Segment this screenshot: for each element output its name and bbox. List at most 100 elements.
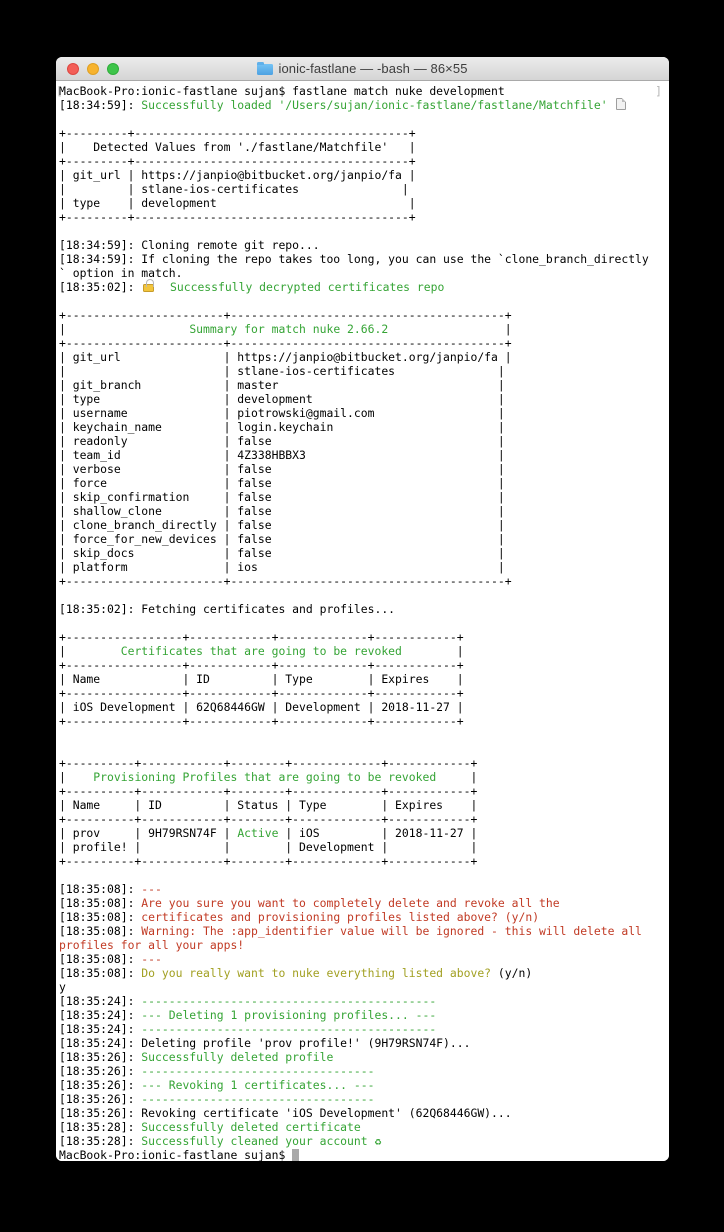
terminal-line: +-----------------------+---------------… bbox=[59, 336, 669, 350]
terminal-text: | iOS | 2018-11-27 | bbox=[278, 826, 478, 840]
terminal-line: [18:35:24]: --- Deleting 1 provisioning … bbox=[59, 1008, 669, 1022]
terminal-text: +-----------------------+---------------… bbox=[59, 336, 512, 350]
minimize-button[interactable] bbox=[87, 63, 99, 75]
terminal-line: [18:35:28]: Successfully deleted certifi… bbox=[59, 1120, 669, 1134]
terminal-text: [18:35:24]: Deleting profile 'prov profi… bbox=[59, 1036, 471, 1050]
page-icon bbox=[616, 98, 627, 110]
terminal-line: | Summary for match nuke 2.66.2 | bbox=[59, 322, 669, 336]
terminal-text: | Name | ID | Status | Type | Expires | bbox=[59, 798, 478, 812]
terminal-line: | force | false | bbox=[59, 476, 669, 490]
terminal-line: [18:35:02]: Fetching certificates and pr… bbox=[59, 602, 669, 616]
terminal-text: Successfully deleted profile bbox=[141, 1050, 334, 1064]
terminal-text: +----------+------------+--------+------… bbox=[59, 854, 478, 868]
terminal-line: +---------+-----------------------------… bbox=[59, 126, 669, 140]
terminal-window: ionic-fastlane — -bash — 86×55 MacBook-P… bbox=[56, 57, 669, 1161]
terminal-line: [18:35:08]: --- bbox=[59, 952, 669, 966]
terminal-text: | team_id | 4Z338HBBX3 | bbox=[59, 448, 505, 462]
terminal-text: | bbox=[59, 770, 94, 784]
terminal-line: +----------+------------+--------+------… bbox=[59, 854, 669, 868]
terminal-text: ---------------------------------- bbox=[141, 1092, 375, 1106]
terminal-text: | | stlane-ios-certificates | bbox=[59, 364, 505, 378]
terminal-text: --- bbox=[141, 882, 162, 896]
close-button[interactable] bbox=[67, 63, 79, 75]
terminal-line: [18:35:26]: --- Revoking 1 certificates.… bbox=[59, 1078, 669, 1092]
terminal-text: +----------+------------+--------+------… bbox=[59, 756, 478, 770]
terminal-text: Successfully deleted certificate bbox=[141, 1120, 361, 1134]
terminal-line: [18:35:08]: --- bbox=[59, 882, 669, 896]
title-bar[interactable]: ionic-fastlane — -bash — 86×55 bbox=[56, 57, 669, 81]
terminal-text: | profile! | | | Development | | bbox=[59, 840, 478, 854]
terminal-text: y bbox=[59, 980, 66, 994]
terminal-text: certificates and provisioning profiles l… bbox=[141, 910, 540, 924]
terminal-line: | skip_docs | false | bbox=[59, 546, 669, 560]
terminal-line: | type | development | bbox=[59, 196, 669, 210]
terminal-text: [18:35:24]: bbox=[59, 1022, 142, 1036]
terminal-line: MacBook-Pro:ionic-fastlane sujan$ bbox=[59, 1148, 669, 1161]
terminal-text: [18:35:08]: bbox=[59, 896, 142, 910]
terminal-text: +-----------------+------------+--------… bbox=[59, 686, 464, 700]
terminal-line: | keychain_name | login.keychain | bbox=[59, 420, 669, 434]
zoom-button[interactable] bbox=[107, 63, 119, 75]
terminal-line: +-----------------+------------+--------… bbox=[59, 686, 669, 700]
terminal-text: | git_branch | master | bbox=[59, 378, 505, 392]
terminal-line: | Certificates that are going to be revo… bbox=[59, 644, 669, 658]
terminal-text: [18:35:28]: bbox=[59, 1120, 142, 1134]
terminal-line: ` option in match. bbox=[59, 266, 669, 280]
terminal-line: | readonly | false | bbox=[59, 434, 669, 448]
terminal-text: [18:35:08]: bbox=[59, 924, 142, 938]
terminal-text: | username | piotrowski@gmail.com | bbox=[59, 406, 505, 420]
terminal-text: Warning: The :app_identifier value will … bbox=[141, 924, 642, 938]
terminal-line: profiles for all your apps! bbox=[59, 938, 669, 952]
terminal-text: | force | false | bbox=[59, 476, 505, 490]
terminal-line: [18:35:28]: Successfully cleaned your ac… bbox=[59, 1134, 669, 1148]
terminal-text: +---------+-----------------------------… bbox=[59, 126, 416, 140]
terminal-line: [18:34:59]: If cloning the repo takes to… bbox=[59, 252, 669, 266]
window-title: ionic-fastlane — -bash — 86×55 bbox=[278, 61, 468, 76]
terminal-line: | verbose | false | bbox=[59, 462, 669, 476]
terminal-line: [18:35:24]: Deleting profile 'prov profi… bbox=[59, 1036, 669, 1050]
terminal-text: [18:35:26]: bbox=[59, 1078, 142, 1092]
terminal-text: Active bbox=[237, 826, 279, 840]
terminal-text: Summary for match nuke 2.66.2 bbox=[189, 322, 389, 336]
terminal-line: +----------+------------+--------+------… bbox=[59, 756, 669, 770]
lock-icon bbox=[143, 279, 155, 292]
terminal-line: [18:35:26]: ----------------------------… bbox=[59, 1092, 669, 1106]
terminal-line: | clone_branch_directly | false | bbox=[59, 518, 669, 532]
terminal-line: [18:35:08]: Are you sure you want to com… bbox=[59, 896, 669, 910]
terminal-line: +-----------------+------------+--------… bbox=[59, 658, 669, 672]
terminal-text: Successfully loaded '/Users/sujan/ionic-… bbox=[141, 98, 608, 112]
terminal-text: | shallow_clone | false | bbox=[59, 504, 505, 518]
terminal-line: | git_url | https://janpio@bitbucket.org… bbox=[59, 168, 669, 182]
terminal-text: [18:34:59]: Cloning remote git repo... bbox=[59, 238, 320, 252]
terminal-line: +---------+-----------------------------… bbox=[59, 154, 669, 168]
terminal-text: (y/n) bbox=[491, 966, 533, 980]
terminal-text: | prov | 9H79RSN74F | bbox=[59, 826, 238, 840]
terminal-text: ♻ bbox=[374, 1134, 382, 1148]
terminal-text: | bbox=[388, 140, 416, 154]
terminal-line: | username | piotrowski@gmail.com | bbox=[59, 406, 669, 420]
traffic-lights bbox=[67, 63, 119, 75]
terminal-line: +-----------------------+---------------… bbox=[59, 574, 669, 588]
terminal-line: | type | development | bbox=[59, 392, 669, 406]
terminal-text: Detected Values from './fastlane/Matchfi… bbox=[93, 140, 389, 154]
terminal-text: ` option in match. bbox=[59, 266, 183, 280]
terminal-text: [18:35:26]: Revoking certificate 'iOS De… bbox=[59, 1106, 512, 1120]
terminal-text: | bbox=[59, 644, 121, 658]
terminal-text: | bbox=[436, 770, 478, 784]
terminal-text: Successfully decrypted certificates repo bbox=[156, 280, 445, 294]
terminal-text: +---------+-----------------------------… bbox=[59, 210, 416, 224]
terminal-text: +---------+-----------------------------… bbox=[59, 154, 416, 168]
terminal-text: +-----------------------+---------------… bbox=[59, 574, 512, 588]
terminal-line: +---------+-----------------------------… bbox=[59, 210, 669, 224]
terminal-text: Provisioning Profiles that are going to … bbox=[93, 770, 437, 784]
terminal-body[interactable]: MacBook-Pro:ionic-fastlane sujan$ fastla… bbox=[56, 81, 669, 1161]
terminal-text: [18:35:24]: bbox=[59, 1008, 142, 1022]
terminal-line: | profile! | | | Development | | bbox=[59, 840, 669, 854]
terminal-text: +-----------------+------------+--------… bbox=[59, 714, 464, 728]
prompt-mark-right: ] bbox=[655, 84, 662, 98]
